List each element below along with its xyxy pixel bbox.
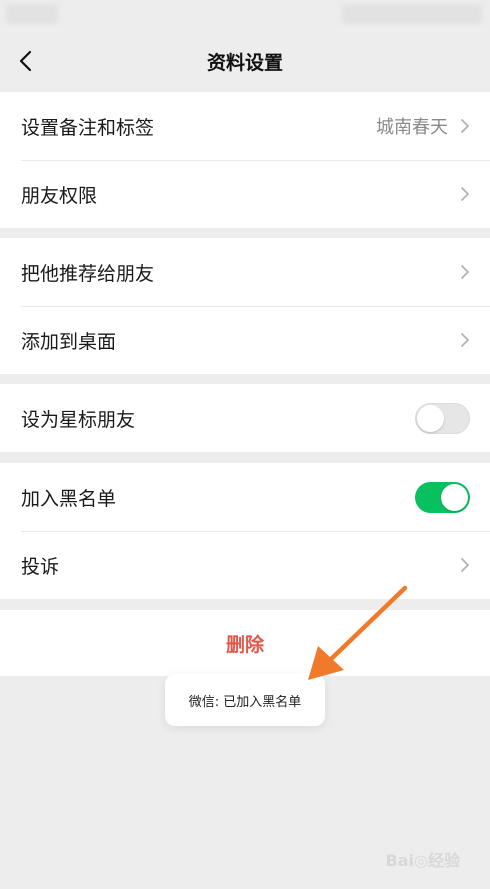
settings-group-block: 加入黑名单 投诉 — [0, 463, 490, 599]
toggle-knob — [441, 483, 468, 511]
remark-value: 城南春天 — [376, 117, 448, 138]
add-to-desktop-row[interactable]: 添加到桌面 — [0, 306, 490, 374]
back-arrow-icon[interactable] — [16, 49, 38, 73]
settings-group-remark: 设置备注和标签 城南春天 朋友权限 — [0, 92, 490, 228]
star-friend-toggle[interactable] — [415, 402, 470, 434]
chevron-right-icon — [461, 333, 469, 347]
friend-permission-row[interactable]: 朋友权限 — [0, 160, 490, 228]
friend-permission-label: 朋友权限 — [21, 184, 98, 207]
toggle-knob — [417, 404, 444, 432]
star-friend-row: 设为星标朋友 — [0, 384, 490, 452]
page-title: 资料设置 — [206, 51, 283, 74]
status-bar — [0, 0, 490, 30]
toast-text: 微信: 已加入黑名单 — [188, 694, 302, 710]
settings-group-share: 把他推荐给朋友 添加到桌面 — [0, 238, 490, 374]
remark-and-tag-label: 设置备注和标签 — [21, 116, 155, 139]
chevron-right-icon — [461, 265, 469, 279]
delete-label: 删除 — [225, 633, 264, 656]
recommend-to-friend-label: 把他推荐给朋友 — [21, 262, 155, 285]
status-bar-right-blur — [342, 4, 482, 24]
remark-and-tag-row[interactable]: 设置备注和标签 城南春天 — [0, 92, 490, 160]
chevron-right-icon — [461, 558, 469, 572]
status-bar-left-blur — [6, 4, 58, 24]
annotation-arrow-icon — [308, 585, 408, 680]
navigation-bar: 资料设置 — [0, 30, 490, 92]
chevron-right-icon — [461, 119, 469, 133]
add-to-desktop-label: 添加到桌面 — [21, 330, 117, 353]
recommend-to-friend-row[interactable]: 把他推荐给朋友 — [0, 238, 490, 306]
blacklist-row: 加入黑名单 — [0, 463, 490, 531]
blacklist-label: 加入黑名单 — [21, 487, 117, 510]
watermark: Bai◎经验 — [385, 851, 460, 870]
complain-label: 投诉 — [21, 555, 60, 578]
star-friend-label: 设为星标朋友 — [21, 408, 136, 431]
settings-group-star: 设为星标朋友 — [0, 384, 490, 452]
blacklist-toggle[interactable] — [415, 481, 470, 513]
chevron-right-icon — [461, 187, 469, 201]
